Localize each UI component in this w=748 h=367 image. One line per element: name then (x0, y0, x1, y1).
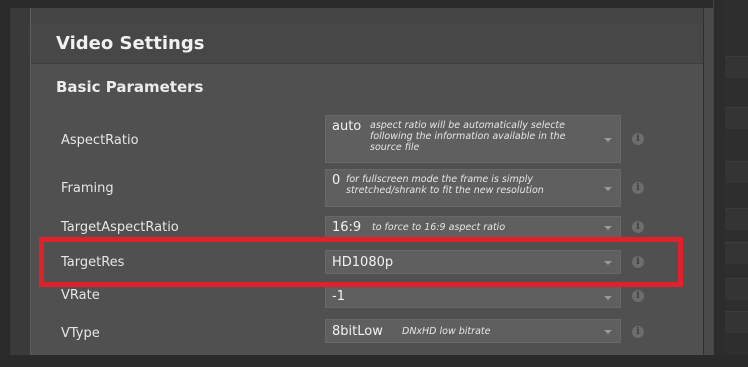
panel-title: Video Settings (56, 33, 205, 54)
info-icon[interactable]: i (632, 182, 644, 194)
info-icon[interactable]: i (632, 326, 644, 338)
select-value: -1 (332, 289, 345, 304)
highlight-box (39, 237, 683, 287)
select-description: to force to 16:9 aspect ratio (372, 222, 506, 233)
window-left-edge (0, 0, 10, 367)
select-value: 16:9 (332, 220, 362, 235)
vtype-select[interactable]: 8bitLow DNxHD low bitrate (325, 319, 621, 343)
side-panel (725, 0, 748, 355)
chevron-down-icon (604, 296, 612, 300)
info-icon[interactable]: i (632, 290, 644, 302)
panel-top-strip (31, 8, 703, 24)
section-title: Basic Parameters (56, 78, 204, 96)
side-panel-row (725, 107, 748, 129)
chevron-down-icon (604, 138, 612, 142)
param-label: TargetAspectRatio (61, 220, 179, 235)
select-description: for fullscreen mode the frame is simply … (346, 174, 544, 196)
panel-scrollbar[interactable] (703, 8, 713, 355)
chevron-down-icon (604, 226, 612, 230)
side-panel-row (725, 56, 748, 78)
select-value: auto (332, 119, 362, 134)
side-panel-row (725, 311, 748, 333)
chevron-down-icon (604, 187, 612, 191)
info-icon[interactable]: i (632, 133, 644, 145)
side-panel-row (725, 208, 748, 230)
select-description: aspect ratio will be automatically selec… (370, 120, 566, 153)
param-label: VType (61, 326, 100, 341)
framing-select[interactable]: 0 for fullscreen mode the frame is simpl… (325, 169, 621, 207)
select-value: 8bitLow (332, 324, 383, 339)
window-top-bar (0, 0, 748, 8)
param-label: AspectRatio (61, 133, 139, 148)
info-icon[interactable]: i (632, 221, 644, 233)
param-label: Framing (61, 181, 114, 196)
param-label: VRate (61, 288, 100, 303)
window-bottom-edge (0, 355, 748, 367)
panel-header: Video Settings (31, 24, 703, 64)
aspectratio-select[interactable]: auto aspect ratio will be automatically … (325, 115, 621, 163)
select-value: 0 (332, 173, 341, 188)
side-panel-row (725, 278, 748, 300)
video-settings-panel: Video Settings Basic Parameters AspectRa… (30, 8, 703, 355)
side-panel-row (725, 161, 748, 183)
chevron-down-icon (604, 330, 612, 334)
side-panel-row (725, 242, 748, 264)
vrate-select[interactable]: -1 (325, 286, 621, 308)
select-description: DNxHD low bitrate (402, 326, 491, 337)
pane-divider[interactable] (713, 0, 725, 355)
targetaspectratio-select[interactable]: 16:9 to force to 16:9 aspect ratio (325, 216, 621, 238)
